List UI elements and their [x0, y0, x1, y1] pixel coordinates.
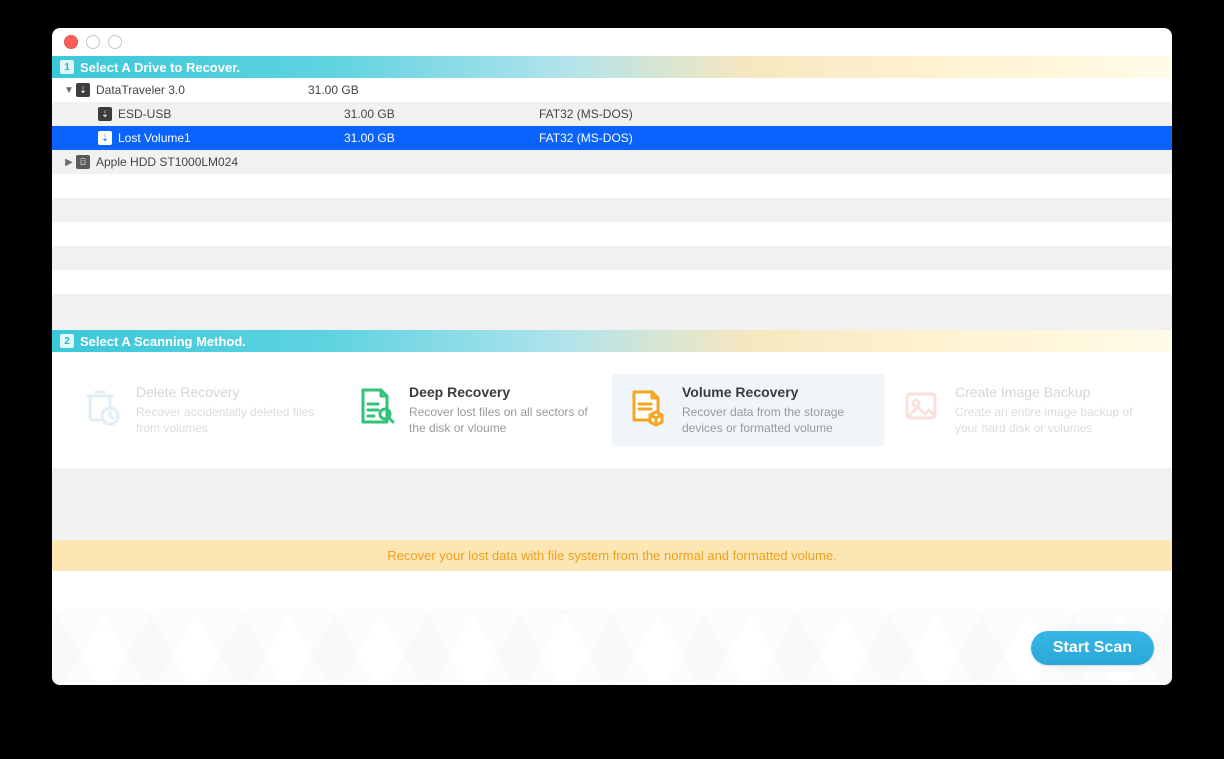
drive-name: DataTraveler 3.0	[96, 83, 308, 97]
method-desc: Create an entire image backup of your ha…	[955, 404, 1144, 436]
method-title: Create Image Backup	[955, 384, 1144, 400]
method-title: Deep Recovery	[409, 384, 598, 400]
drive-size: 31.00 GB	[308, 83, 503, 97]
action-area: Start Scan	[52, 609, 1172, 685]
method-image-backup[interactable]: Create Image Backup Create an entire ima…	[885, 374, 1158, 446]
method-volume-recovery[interactable]: Volume Recovery Recover data from the st…	[612, 374, 885, 446]
method-deep-recovery[interactable]: Deep Recovery Recover lost files on all …	[339, 374, 612, 446]
hdd-icon: ⌼	[76, 155, 90, 169]
usb-drive-icon: ⇣	[98, 131, 112, 145]
titlebar	[52, 28, 1172, 56]
zoom-icon	[108, 35, 122, 49]
volume-name: ESD-USB	[118, 107, 344, 121]
method-title: Delete Recovery	[136, 384, 325, 400]
volume-fs: FAT32 (MS-DOS)	[539, 107, 1172, 121]
app-window: 1 Select A Drive to Recover. ▼ ⇣ DataTra…	[52, 28, 1172, 685]
step2-header: 2 Select A Scanning Method.	[52, 330, 1172, 352]
step-badge: 1	[60, 60, 74, 74]
method-title: Volume Recovery	[682, 384, 871, 400]
usb-drive-icon: ⇣	[98, 107, 112, 121]
chevron-right-icon[interactable]: ▶	[64, 157, 74, 168]
volume-size: 31.00 GB	[344, 107, 539, 121]
drive-name: Apple HDD ST1000LM024	[96, 155, 308, 169]
chevron-down-icon[interactable]: ▼	[64, 85, 74, 96]
methods-panel: Delete Recovery Recover accidentally del…	[52, 352, 1172, 468]
volume-name: Lost Volume1	[118, 131, 344, 145]
drive-row[interactable]: ▶ ⌼ Apple HDD ST1000LM024	[52, 150, 1172, 174]
step-badge: 2	[60, 334, 74, 348]
volume-size: 31.00 GB	[344, 131, 539, 145]
document-magnify-icon	[353, 384, 397, 428]
spacer	[52, 468, 1172, 540]
method-desc: Recover lost files on all sectors of the…	[409, 404, 598, 436]
volume-row-selected[interactable]: ⇣ Lost Volume1 31.00 GB FAT32 (MS-DOS)	[52, 126, 1172, 150]
method-delete-recovery[interactable]: Delete Recovery Recover accidentally del…	[66, 374, 339, 446]
step1-title: Select A Drive to Recover.	[80, 60, 240, 75]
start-scan-button[interactable]: Start Scan	[1031, 631, 1154, 665]
volume-row[interactable]: ⇣ ESD-USB 31.00 GB FAT32 (MS-DOS)	[52, 102, 1172, 126]
step2-title: Select A Scanning Method.	[80, 334, 246, 349]
hint-text: Recover your lost data with file system …	[387, 548, 836, 563]
document-box-icon	[626, 384, 670, 428]
method-desc: Recover data from the storage devices or…	[682, 404, 871, 436]
minimize-icon	[86, 35, 100, 49]
close-icon[interactable]	[64, 35, 78, 49]
hint-banner: Recover your lost data with file system …	[52, 540, 1172, 571]
image-icon	[899, 384, 943, 428]
drive-row[interactable]: ▼ ⇣ DataTraveler 3.0 31.00 GB	[52, 78, 1172, 102]
drive-list: ▼ ⇣ DataTraveler 3.0 31.00 GB ⇣ ESD-USB …	[52, 78, 1172, 318]
empty-rows	[52, 174, 1172, 318]
trash-clock-icon	[80, 384, 124, 428]
background-pattern	[52, 609, 1172, 685]
volume-fs: FAT32 (MS-DOS)	[539, 131, 1172, 145]
method-desc: Recover accidentally deleted files from …	[136, 404, 325, 436]
section-divider	[52, 318, 1172, 330]
usb-drive-icon: ⇣	[76, 83, 90, 97]
step1-header: 1 Select A Drive to Recover.	[52, 56, 1172, 78]
